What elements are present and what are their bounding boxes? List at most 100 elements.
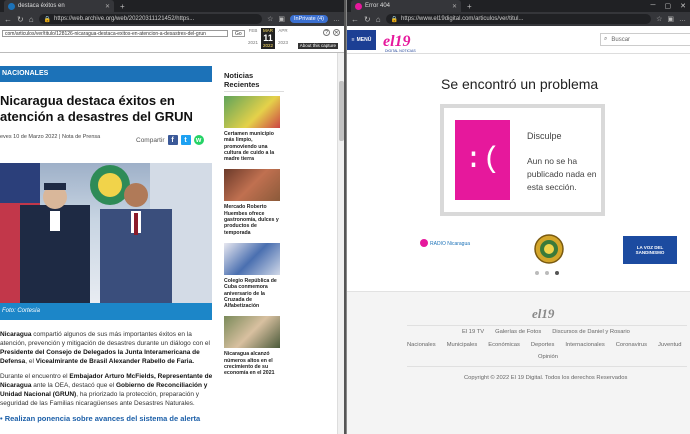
gold-seal-icon xyxy=(534,234,564,264)
tab-bar: Error 404 ✕ + ─ ▢ ✕ xyxy=(347,0,690,12)
footer-link[interactable]: Galerías de Fotos xyxy=(495,329,541,335)
close-window-icon[interactable]: ✕ xyxy=(680,2,686,10)
collections-icon[interactable]: ▣ xyxy=(278,15,285,23)
search-input[interactable]: ⌕ Buscar xyxy=(600,33,690,46)
address-bar: ← ↻ ⌂ 🔒 https://web.archive.org/web/2022… xyxy=(0,12,344,26)
partners-carousel: RADIO Nicaragua LA VOZ DEL SANDINISMO xyxy=(347,233,690,267)
twitter-icon[interactable]: t xyxy=(180,135,191,145)
site-favicon-icon xyxy=(8,2,15,10)
close-tab-icon[interactable]: ✕ xyxy=(452,3,457,10)
lock-icon: 🔒 xyxy=(43,16,52,23)
photo-caption: Foto: Cortesía xyxy=(0,303,212,320)
footer-link[interactable]: El 19 TV xyxy=(462,329,484,335)
footer-link[interactable]: Municipales xyxy=(447,342,478,348)
sidebar-title: Noticias Recientes xyxy=(224,71,284,92)
news-thumbnail xyxy=(224,169,280,202)
facebook-icon[interactable]: f xyxy=(167,135,178,145)
svg-text:el19: el19 xyxy=(532,306,555,321)
refresh-icon[interactable]: ↻ xyxy=(364,15,371,24)
sad-face-icon: :( xyxy=(455,120,510,200)
right-browser-window: Error 404 ✕ + ─ ▢ ✕ ← ↻ ⌂ 🔒 https://www.… xyxy=(346,0,690,434)
footer-links-sections: Nacionales Municipales Económicas Deport… xyxy=(407,342,682,348)
footer-link[interactable]: Discursos de Daniel y Rosario xyxy=(552,329,630,335)
news-item[interactable]: Mercado Roberto Huembes ofrece gastronom… xyxy=(224,169,284,236)
minimize-icon[interactable]: ─ xyxy=(651,2,656,10)
page-scrollbar[interactable] xyxy=(337,53,344,434)
footer-link-opinion[interactable]: Opinión xyxy=(538,354,558,360)
tab-error[interactable]: Error 404 ✕ xyxy=(351,0,461,12)
el19-footer-logo-icon: el19 xyxy=(532,306,555,321)
tab-article[interactable]: destaca éxitos en ✕ xyxy=(4,0,114,12)
wayback-calendar: FEB 2021 MAR 11 2022 APR 2023 xyxy=(246,28,290,49)
paragraph: Nicaragua compartió algunos de sus más i… xyxy=(0,331,210,365)
wayback-actions: ? ✕ xyxy=(323,29,340,36)
maximize-icon[interactable]: ▢ xyxy=(665,2,672,10)
la-voz-del-sandinismo-logo[interactable]: LA VOZ DEL SANDINISMO xyxy=(623,236,677,264)
footer-link[interactable]: Deportes xyxy=(531,342,555,348)
footer-logo[interactable]: el19 xyxy=(531,305,567,321)
new-tab-icon[interactable]: + xyxy=(120,2,125,11)
search-icon: ⌕ xyxy=(604,36,608,42)
footer-divider xyxy=(407,325,687,326)
site-logo[interactable]: el19 DIGITAL NOTICIAS xyxy=(381,29,441,55)
share-bar: Compartir f t w xyxy=(136,135,204,145)
lock-icon: 🔒 xyxy=(390,16,399,23)
favorites-icon[interactable]: ☆ xyxy=(656,15,662,23)
close-tab-icon[interactable]: ✕ xyxy=(105,3,110,10)
footer-link[interactable]: Juventud xyxy=(658,342,682,348)
url-field[interactable]: 🔒 https://web.archive.org/web/2022031112… xyxy=(38,14,263,24)
category-bar[interactable]: NACIONALES xyxy=(0,66,212,82)
back-icon[interactable]: ← xyxy=(351,15,359,24)
news-thumbnail xyxy=(224,242,280,275)
home-icon[interactable]: ⌂ xyxy=(376,15,381,24)
new-tab-icon[interactable]: + xyxy=(467,2,472,11)
related-link[interactable]: • Realizan ponencia sobre avances del si… xyxy=(0,414,214,423)
home-icon[interactable]: ⌂ xyxy=(29,15,34,24)
about-capture-link[interactable]: About this capture xyxy=(297,43,338,49)
help-icon[interactable]: ? xyxy=(323,29,330,36)
svg-text:el19: el19 xyxy=(383,33,411,50)
news-item[interactable]: Nicaragua alcanzó números altos en el cr… xyxy=(224,316,284,376)
refresh-icon[interactable]: ↻ xyxy=(17,15,24,24)
window-controls: ─ ▢ ✕ xyxy=(651,2,686,10)
error-message: Aun no se ha publicado nada en esta secc… xyxy=(527,156,597,192)
article-body: Nicaragua compartió algunos de sus más i… xyxy=(0,330,214,423)
more-menu-icon[interactable]: … xyxy=(333,16,340,23)
carousel-dot-active[interactable] xyxy=(555,271,559,275)
wayback-toolbar: com/articulos/ver/titulo/128126-nicaragu… xyxy=(0,26,344,53)
footer-link[interactable]: Internacionales xyxy=(565,342,604,348)
address-bar: ← ↻ ⌂ 🔒 https://www.el19digital.com/arti… xyxy=(347,12,690,26)
radio-nicaragua-logo[interactable]: RADIO Nicaragua xyxy=(418,233,476,265)
favorites-icon[interactable]: ☆ xyxy=(267,15,273,23)
more-menu-icon[interactable]: … xyxy=(679,16,686,23)
footer-link[interactable]: Económicas xyxy=(488,342,520,348)
recent-news-sidebar: Noticias Recientes Certamen municipio má… xyxy=(224,71,284,384)
close-wayback-icon[interactable]: ✕ xyxy=(333,29,340,36)
search-placeholder: Buscar xyxy=(611,36,631,43)
news-item[interactable]: Certamen municipio más limpio, promovien… xyxy=(224,96,284,162)
news-item[interactable]: Colegio República de Cuba conmemora aniv… xyxy=(224,242,284,309)
footer-link[interactable]: Nacionales xyxy=(407,342,436,348)
month-current[interactable]: MAR 11 2022 xyxy=(261,28,275,49)
url-text: https://web.archive.org/web/202203111214… xyxy=(54,16,195,22)
footer-link[interactable]: Coronavirus xyxy=(616,342,647,348)
carousel-dot[interactable] xyxy=(535,271,539,275)
paragraph: Durante el encuentro el Embajador Arturo… xyxy=(0,373,213,407)
hamburger-icon: ≡ xyxy=(351,37,355,43)
photo-illustration xyxy=(0,163,212,303)
whatsapp-icon[interactable]: w xyxy=(193,135,204,145)
tab-bar: destaca éxitos en ✕ + xyxy=(0,0,344,12)
carousel-dot[interactable] xyxy=(545,271,549,275)
inprivate-badge[interactable]: InPrivate (4) xyxy=(290,15,328,23)
url-field[interactable]: 🔒 https://www.el19digital.com/articulos/… xyxy=(385,14,652,24)
error-title: Se encontró un problema xyxy=(441,76,599,92)
wayback-go-button[interactable]: Go xyxy=(232,30,245,37)
back-icon[interactable]: ← xyxy=(4,15,12,24)
month-next[interactable]: APR 2023 xyxy=(276,28,290,49)
wayback-url-input[interactable]: com/articulos/ver/titulo/128126-nicaragu… xyxy=(2,30,228,37)
menu-button[interactable]: ≡ MENÚ xyxy=(347,30,376,50)
collections-icon[interactable]: ▣ xyxy=(667,15,674,23)
partner-logo-gold[interactable] xyxy=(533,233,565,265)
month-prev[interactable]: FEB 2021 xyxy=(246,28,260,49)
radio-nicaragua-icon: RADIO Nicaragua xyxy=(420,239,470,247)
